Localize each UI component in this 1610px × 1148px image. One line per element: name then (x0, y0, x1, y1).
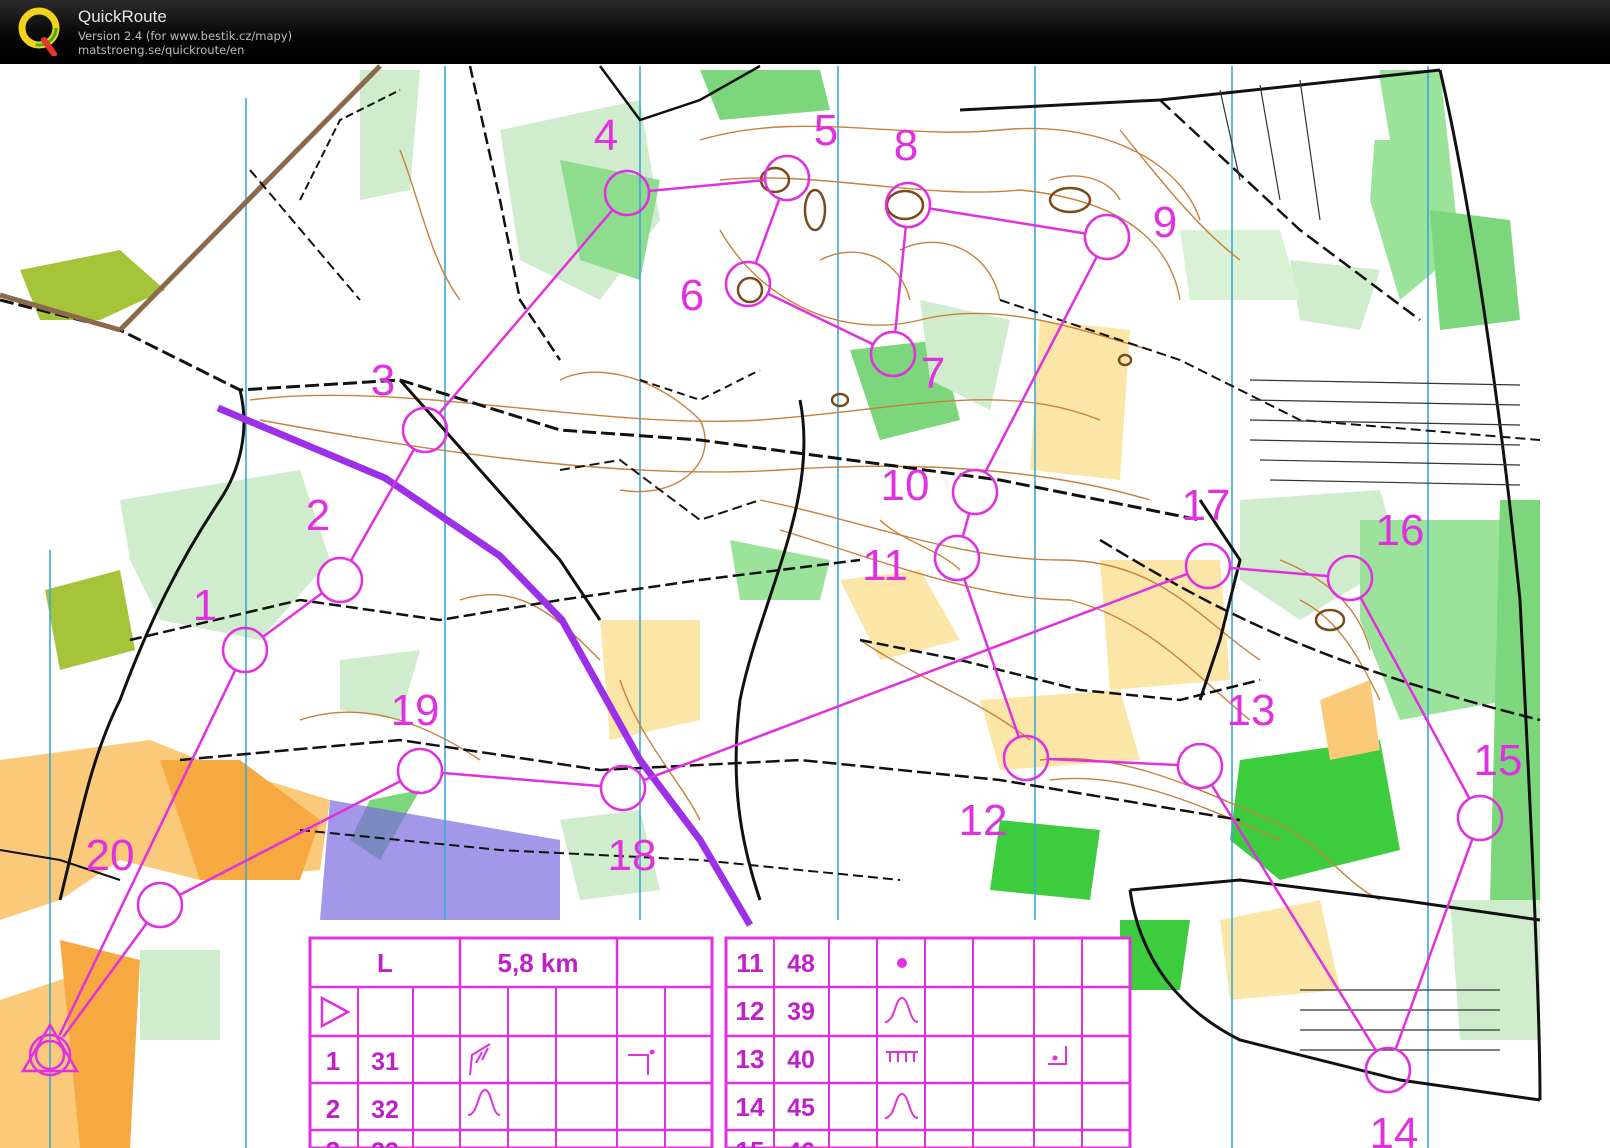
control-number-13: 13 (1227, 686, 1276, 735)
app-version: Version 2.4 (for www.bestik.cz/mapy) (78, 29, 293, 43)
desc-left-no-3: 3 (326, 1136, 340, 1148)
control-number-18: 18 (608, 831, 657, 880)
desc-right-no-13: 13 (736, 1044, 765, 1074)
desc-right-code-13: 40 (787, 1046, 815, 1074)
title-bar: QuickRoute Version 2.4 (for www.bestik.c… (0, 0, 1610, 64)
control-number-10: 10 (881, 461, 930, 510)
desc-right-code-14: 45 (787, 1094, 815, 1122)
desc-left-no-1: 1 (326, 1046, 340, 1076)
desc-right-no-15: 15 (736, 1136, 765, 1148)
control-number-11: 11 (862, 541, 908, 590)
control-number-17: 17 (1182, 481, 1231, 530)
control-number-20: 20 (86, 831, 135, 880)
desc-right-no-14: 14 (736, 1092, 765, 1122)
control-number-7: 7 (921, 349, 945, 398)
control-number-14: 14 (1370, 1109, 1419, 1148)
desc-right-code-11: 48 (787, 950, 815, 978)
control-number-1: 1 (193, 581, 217, 630)
control-number-19: 19 (391, 686, 440, 735)
desc-right-code-15: 46 (787, 1138, 815, 1148)
map-canvas: 1234 567891011121314151617181920 L 5,8 km… (0, 64, 1610, 1148)
control-number-9: 9 (1153, 198, 1177, 247)
app-url: matstroeng.se/quickroute/en (78, 43, 245, 57)
control-number-4: 4 (594, 111, 618, 160)
control-number-3: 3 (371, 356, 395, 405)
quickroute-logo-icon (18, 7, 60, 56)
course-length: 5,8 km (498, 948, 579, 978)
dot-icon (897, 958, 907, 968)
orienteering-map[interactable]: 1 2 3 4 5 6 7 8 9 10 11 12 13 14 15 16 17 18 19 20 L 5,8 km… (0, 64, 1610, 1148)
control-number-2: 2 (306, 491, 330, 540)
desc-right-no-12: 12 (736, 996, 765, 1026)
control-number-5: 5 (814, 106, 838, 155)
app-title: QuickRoute (78, 7, 167, 26)
desc-left-code-1: 31 (371, 1048, 399, 1076)
control-description-right: 11 48 12 39 13 40 14 45 15 46 (724, 936, 1132, 1148)
desc-left-code-2: 32 (371, 1096, 399, 1124)
control-number-8: 8 (894, 121, 918, 170)
control-number-16: 16 (1376, 506, 1425, 555)
control-number-6: 6 (680, 271, 704, 320)
desc-right-code-12: 39 (787, 998, 815, 1026)
control-number-12: 12 (959, 796, 1008, 845)
course-name: L (377, 948, 393, 978)
control-number-15: 15 (1474, 736, 1523, 785)
desc-left-no-2: 2 (326, 1094, 340, 1124)
desc-left-code-3: 33 (371, 1138, 399, 1148)
control-description-left: L 5,8 km 1 31 2 32 3 33 (308, 936, 714, 1148)
desc-right-no-11: 11 (736, 948, 764, 978)
